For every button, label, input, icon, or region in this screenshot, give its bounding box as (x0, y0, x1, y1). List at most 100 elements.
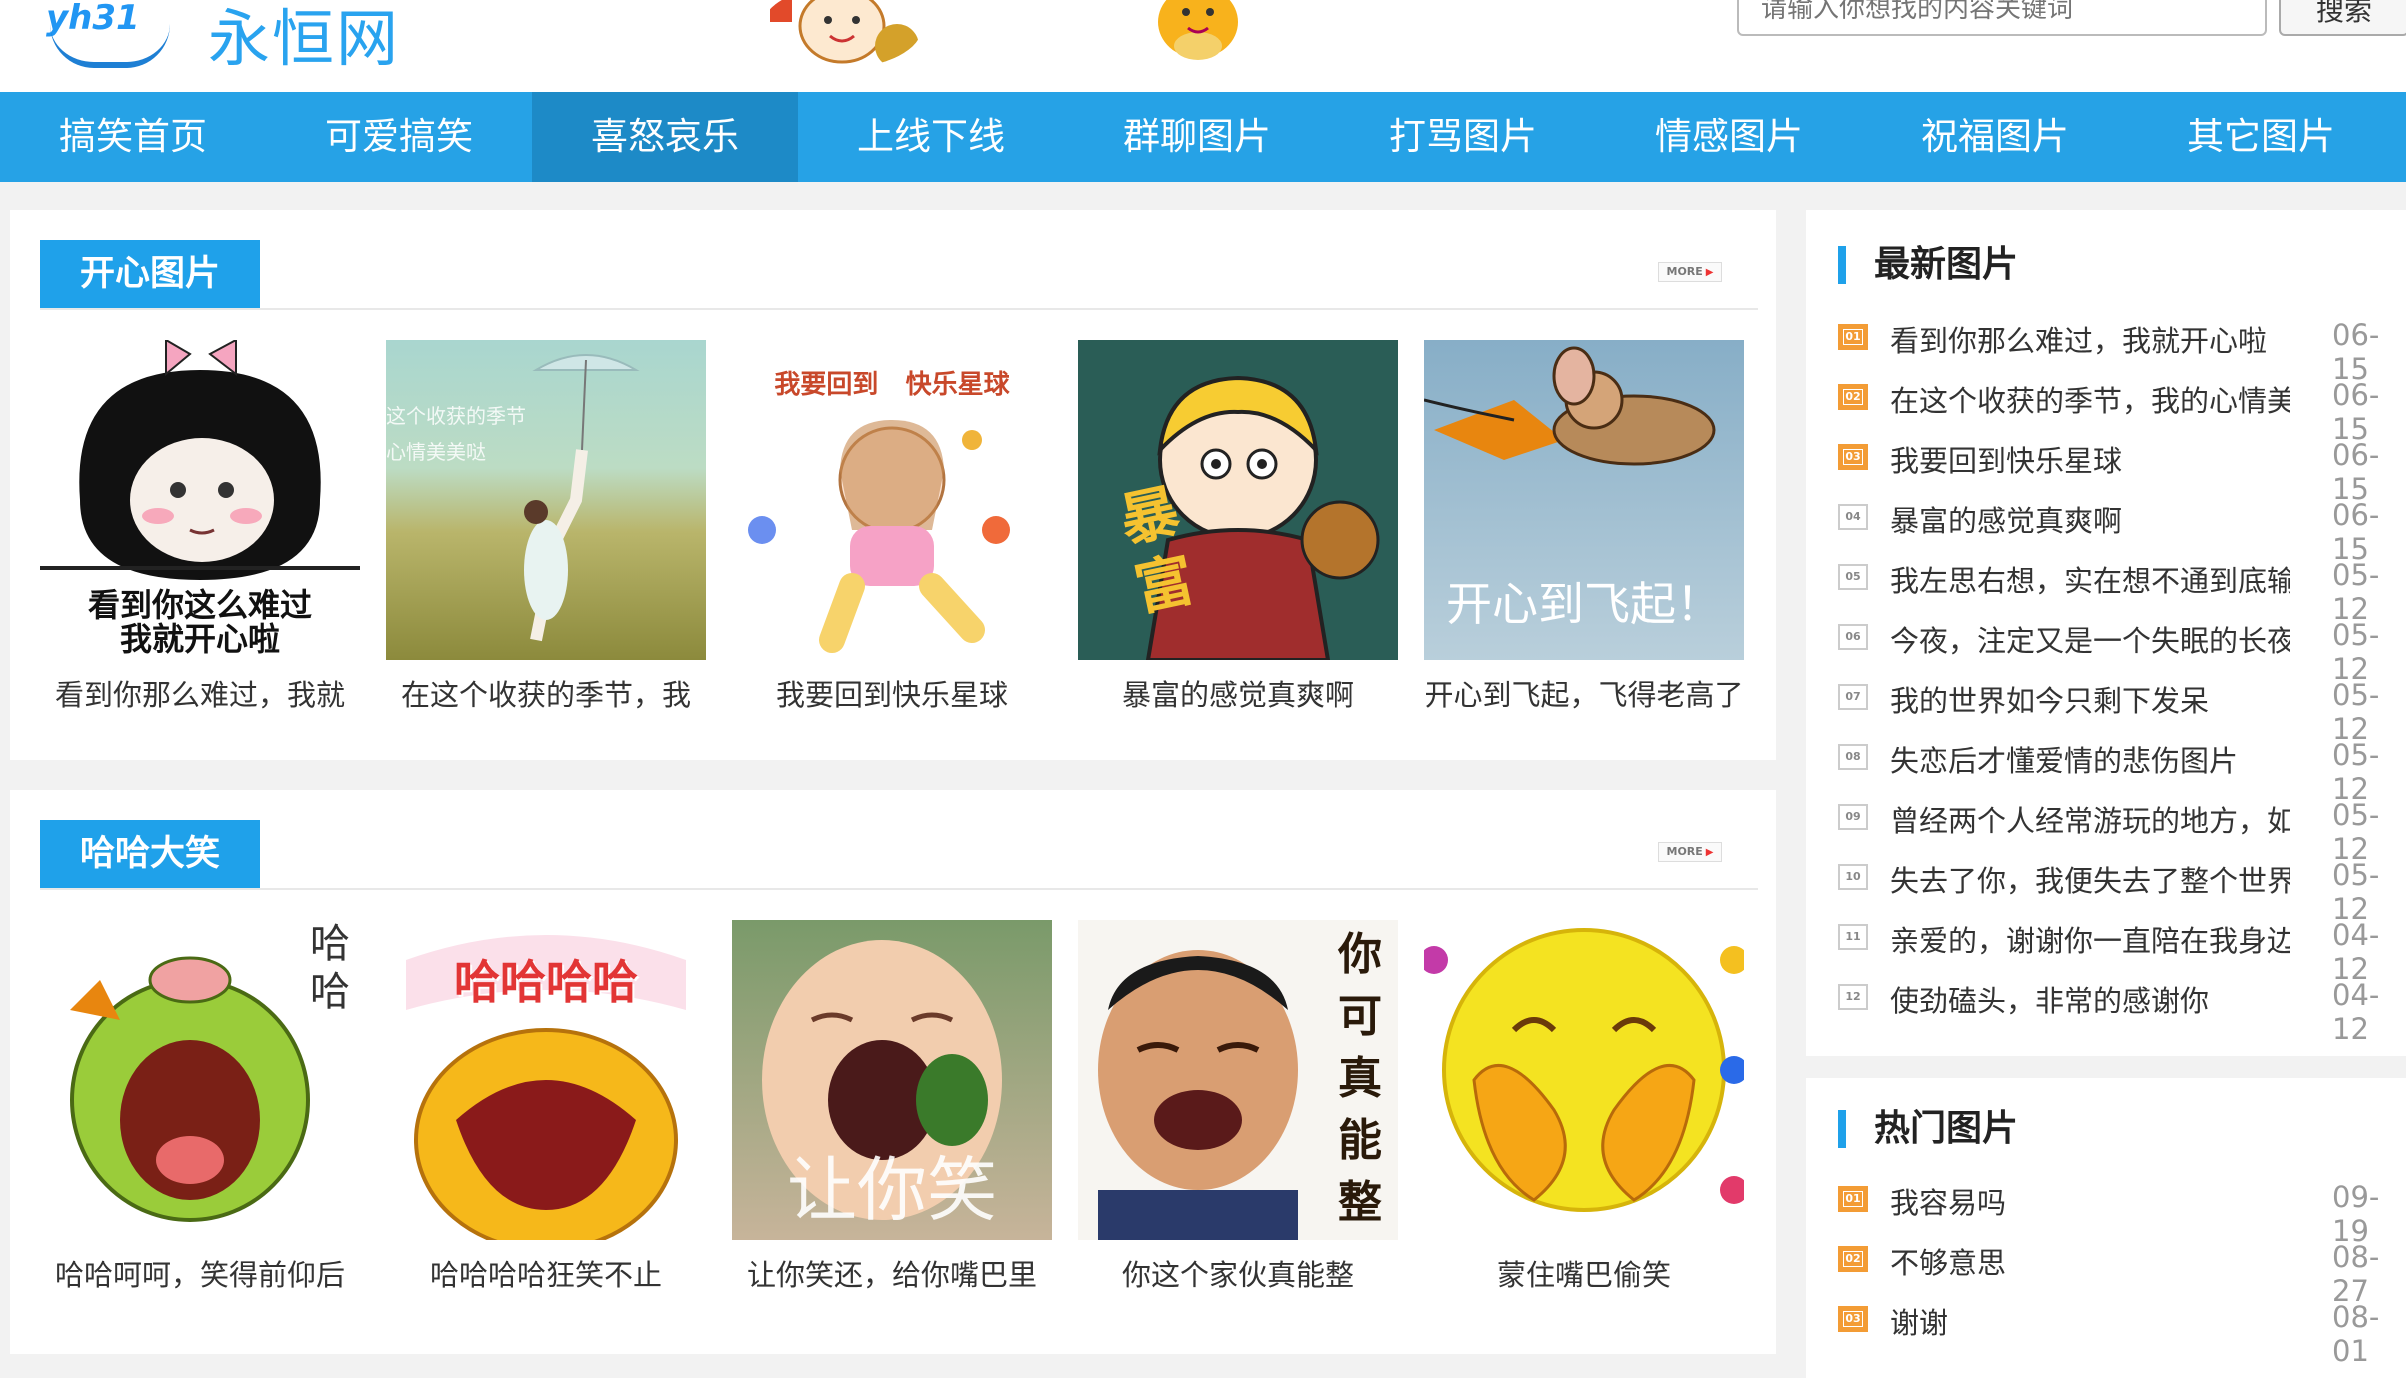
sidebar-item-date: 08-01 (2332, 1300, 2380, 1368)
mascot-duck-image (1158, 0, 1238, 60)
nav-item-other[interactable]: 其它图片 (2128, 92, 2394, 182)
sidebar-list-item[interactable]: 04 暴富的感觉真爽啊 06-15 (1838, 488, 2398, 566)
sidebar-list-item[interactable]: 02 在这个收获的季节，我的心情美 06-15 (1838, 368, 2398, 446)
card-caption[interactable]: 我要回到快乐星球 (722, 672, 1062, 714)
image-card[interactable]: 哈哈 哈哈呵呵，笑得前仰后 (40, 920, 360, 1292)
rank-badge: 06 (1838, 624, 1868, 650)
sidebar-list-item[interactable]: 11 亲爱的，谢谢你一直陪在我身边 04-12 (1838, 908, 2398, 986)
card-caption[interactable]: 看到你那么难过，我就 (30, 672, 370, 714)
thumbnail[interactable]: 让你笑 (732, 920, 1052, 1240)
thumbnail[interactable]: 你可真能整 (1078, 920, 1398, 1240)
nav-item-blessing[interactable]: 祝福图片 (1862, 92, 2128, 182)
sidebar-item-title[interactable]: 使劲磕头，非常的感谢你 (1890, 978, 2290, 1020)
image-card[interactable]: 你可真能整 你这个家伙真能整 (1078, 920, 1398, 1292)
rank-badge: 02 (1838, 384, 1868, 410)
section-header: 哈哈大笑 MORE ▶ (40, 820, 1758, 890)
thumbnail[interactable]: 暴富 (1078, 340, 1398, 660)
site-header: yh31 永恒网 搜索 (0, 0, 2406, 92)
card-caption[interactable]: 哈哈哈哈狂笑不止 (376, 1252, 716, 1294)
sidebar-list-item[interactable]: 03 我要回到快乐星球 06-15 (1838, 428, 2398, 506)
thumbnail[interactable]: 哈哈 (40, 920, 360, 1240)
thumbnail[interactable]: 看到你这么难过 我就开心啦 (40, 340, 360, 660)
more-label: MORE (1666, 845, 1703, 858)
nav-item-home[interactable]: 搞笑首页 (0, 92, 266, 182)
section-happy: 开心图片 MORE ▶ 看到你这么难过 我就开心啦 看到你那么难过，我就 这个收… (10, 210, 1776, 760)
rank-badge: 12 (1838, 984, 1868, 1010)
nav-item-love[interactable]: 情感图片 (1596, 92, 1862, 182)
card-caption[interactable]: 哈哈呵呵，笑得前仰后 (30, 1252, 370, 1294)
section-title[interactable]: 哈哈大笑 (40, 820, 260, 888)
image-card[interactable]: 蒙住嘴巴偷笑 (1424, 920, 1744, 1292)
thumb-overlay-text: 哈哈 (310, 921, 350, 1015)
image-card[interactable]: 开心到飞起！ 开心到飞起，飞得老高了 (1424, 340, 1744, 712)
sidebar-list-item[interactable]: 09 曾经两个人经常游玩的地方，如 05-12 (1838, 788, 2398, 866)
sidebar-list-item[interactable]: 08 失恋后才懂爱情的悲伤图片 05-12 (1838, 728, 2398, 806)
section-title[interactable]: 开心图片 (40, 240, 260, 308)
sidebar-item-title[interactable]: 谢谢 (1890, 1300, 2290, 1342)
sidebar-list-item[interactable]: 05 我左思右想，实在想不通到底输 05-12 (1838, 548, 2398, 626)
search-button[interactable]: 搜索 (2279, 0, 2406, 36)
logo-chinese-name: 永恒网 (208, 2, 401, 75)
nav-item-fight[interactable]: 打骂图片 (1330, 92, 1596, 182)
image-card[interactable]: 暴富 暴富的感觉真爽啊 (1078, 340, 1398, 712)
rank-badge: 10 (1838, 864, 1868, 890)
girl-in-field-image (524, 354, 640, 642)
card-caption[interactable]: 开心到飞起，飞得老高了 (1414, 672, 1754, 714)
sidebar-item-title[interactable]: 曾经两个人经常游玩的地方，如 (1890, 798, 2290, 840)
sidebar-item-title[interactable]: 看到你那么难过，我就开心啦 (1890, 318, 2290, 360)
thumbnail[interactable]: 哈哈哈哈 (386, 920, 706, 1240)
card-caption[interactable]: 蒙住嘴巴偷笑 (1414, 1252, 1754, 1294)
sidebar-item-title[interactable]: 我左思右想，实在想不通到底输 (1890, 558, 2290, 600)
nav-item-group-chat[interactable]: 群聊图片 (1064, 92, 1330, 182)
sidebar-item-title[interactable]: 我容易吗 (1890, 1180, 2290, 1222)
image-card[interactable]: 我要回到 快乐星球 我要回到快乐星球 (732, 340, 1052, 712)
nav-item-emotions[interactable]: 喜怒哀乐 (532, 92, 798, 182)
card-caption[interactable]: 在这个收获的季节，我 (376, 672, 716, 714)
more-link[interactable]: MORE ▶ (1658, 262, 1722, 282)
logo-swoosh (50, 24, 170, 68)
sidebar-item-title[interactable]: 失去了你，我便失去了整个世界 (1890, 858, 2290, 900)
sidebar-item-title[interactable]: 在这个收获的季节，我的心情美 (1890, 378, 2290, 420)
sidebar-item-title[interactable]: 今夜，注定又是一个失眠的长夜 (1890, 618, 2290, 660)
rank-badge: 08 (1838, 744, 1868, 770)
thumbnail[interactable] (1424, 920, 1744, 1240)
sidebar-item-title[interactable]: 失恋后才懂爱情的悲伤图片 (1890, 738, 2290, 780)
rank-badge: 03 (1838, 1306, 1868, 1332)
rank-badge: 04 (1838, 504, 1868, 530)
card-caption[interactable]: 让你笑还，给你嘴巴里 (722, 1252, 1062, 1294)
sidebar-list-item[interactable]: 02 不够意思 08-27 (1838, 1230, 2398, 1308)
nav-item-online-offline[interactable]: 上线下线 (798, 92, 1064, 182)
nav-item-cute[interactable]: 可爱搞笑 (266, 92, 532, 182)
sidebar-item-title[interactable]: 不够意思 (1890, 1240, 2290, 1282)
more-link[interactable]: MORE ▶ (1658, 842, 1722, 862)
covering-mouth-emoji-image (1424, 928, 1744, 1212)
sidebar-item-title[interactable]: 亲爱的，谢谢你一直陪在我身边 (1890, 918, 2290, 960)
card-caption[interactable]: 暴富的感觉真爽啊 (1068, 672, 1408, 714)
image-card[interactable]: 哈哈哈哈 哈哈哈哈狂笑不止 (386, 920, 706, 1292)
search-input[interactable] (1737, 0, 2267, 36)
sidebar-list-item[interactable]: 06 今夜，注定又是一个失眠的长夜 05-12 (1838, 608, 2398, 686)
image-card[interactable]: 看到你这么难过 我就开心啦 看到你那么难过，我就 (40, 340, 360, 712)
image-card[interactable]: 让你笑 让你笑还，给你嘴巴里 (732, 920, 1052, 1292)
thumbnail[interactable]: 我要回到 快乐星球 (732, 340, 1052, 660)
more-label: MORE (1666, 265, 1703, 278)
sidebar-list-item[interactable]: 07 我的世界如今只剩下发呆 05-12 (1838, 668, 2398, 746)
rank-badge: 05 (1838, 564, 1868, 590)
sidebar-list-item[interactable]: 03 谢谢 08-01 (1838, 1290, 2398, 1368)
rank-badge: 02 (1838, 1246, 1868, 1272)
thumbnail[interactable]: 开心到飞起！ (1424, 340, 1744, 660)
sidebar-item-title[interactable]: 暴富的感觉真爽啊 (1890, 498, 2290, 540)
sidebar-list-item[interactable]: 12 使劲磕头，非常的感谢你 04-12 (1838, 968, 2398, 1046)
sidebar-item-title[interactable]: 我要回到快乐星球 (1890, 438, 2290, 480)
sidebar-list-item[interactable]: 10 失去了你，我便失去了整个世界 05-12 (1838, 848, 2398, 926)
thumbnail[interactable]: 这个收获的季节 心情美美哒 (386, 340, 706, 660)
sidebar-list-item[interactable]: 01 我容易吗 09-19 (1838, 1170, 2398, 1248)
sidebar-item-date: 04-12 (2332, 978, 2380, 1046)
image-card[interactable]: 这个收获的季节 心情美美哒 在这个收获的季节，我 (386, 340, 706, 712)
sidebar-item-title[interactable]: 我的世界如今只剩下发呆 (1890, 678, 2290, 720)
card-caption[interactable]: 你这个家伙真能整 (1068, 1252, 1408, 1294)
arrow-right-icon: ▶ (1705, 267, 1714, 278)
main-nav: 搞笑首页 可爱搞笑 喜怒哀乐 上线下线 群聊图片 打骂图片 情感图片 祝福图片 … (0, 92, 2406, 182)
site-logo[interactable]: yh31 永恒网 (10, 0, 430, 78)
sidebar-list-item[interactable]: 01 看到你那么难过，我就开心啦 06-15 (1838, 308, 2398, 386)
